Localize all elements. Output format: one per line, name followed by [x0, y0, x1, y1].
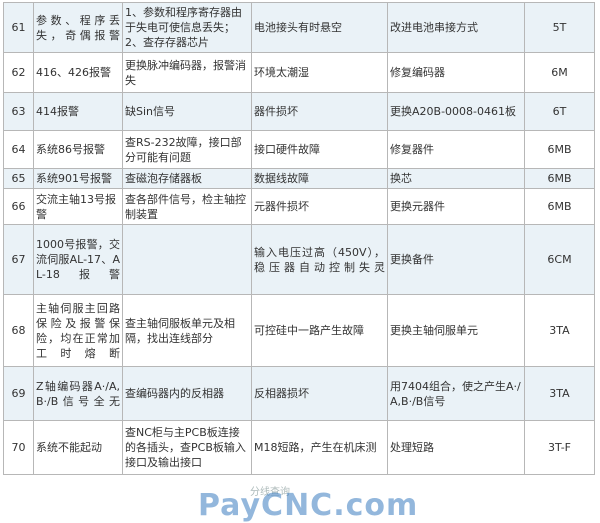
- check-cell: 更换脉冲编码器，报警消失: [122, 52, 252, 93]
- row-number: 70: [3, 420, 34, 475]
- row-number: 63: [3, 92, 34, 131]
- alarm-cell: 416、426报警: [33, 52, 123, 93]
- fix-cell: 更换A20B-0008-0461板: [387, 92, 525, 131]
- code-cell: 6MB: [524, 188, 595, 225]
- table-row: 65 系统901号报警 查磁泡存储器板 数据线故障 换芯 6MB: [3, 168, 595, 189]
- table-row: 67 1000号报警，交流伺服AL-17、AL-18报警 输入电压过高（450V…: [3, 224, 595, 295]
- fix-cell: 换芯: [387, 168, 525, 189]
- check-cell: 1、参数和程序寄存器由于失电可使信息丢失；2、查存存器芯片: [122, 2, 252, 53]
- table-row: 62 416、426报警 更换脉冲编码器，报警消失 环境太潮湿 修复编码器 6M: [3, 52, 595, 93]
- fix-cell: 改进电池串接方式: [387, 2, 525, 53]
- fault-table: 61 参数、程序丢失，奇偶报警 1、参数和程序寄存器由于失电可使信息丢失；2、查…: [3, 2, 595, 475]
- fix-cell: 处理短路: [387, 420, 525, 475]
- table-row: 64 系统86号报警 查RS-232故障，接口部分可能有问题 接口硬件故障 修复…: [3, 130, 595, 169]
- code-cell: 6T: [524, 92, 595, 131]
- code-cell: 6M: [524, 52, 595, 93]
- check-cell: 缺Sin信号: [122, 92, 252, 131]
- cause-cell: 反相器损坏: [251, 366, 388, 421]
- check-cell: 查编码器内的反相器: [122, 366, 252, 421]
- alarm-cell: 系统901号报警: [33, 168, 123, 189]
- cause-cell: 输入电压过高（450V），稳压器自动控制失灵: [251, 224, 388, 295]
- table-row: 69 Z轴编码器A·/A,B·/B信号全无 查编码器内的反相器 反相器损坏 用7…: [3, 366, 595, 421]
- row-number: 69: [3, 366, 34, 421]
- alarm-cell: Z轴编码器A·/A,B·/B信号全无: [33, 366, 123, 421]
- check-cell: 查各部件信号，检主轴控制装置: [122, 188, 252, 225]
- cause-cell: 数据线故障: [251, 168, 388, 189]
- cause-cell: 环境太潮湿: [251, 52, 388, 93]
- row-number: 68: [3, 294, 34, 367]
- table-row: 70 系统不能起动 查NC柜与主PCB板连接的各插头，查PCB板输入接口及输出接…: [3, 420, 595, 475]
- row-number: 61: [3, 2, 34, 53]
- table-row: 63 414报警 缺Sin信号 器件损坏 更换A20B-0008-0461板 6…: [3, 92, 595, 131]
- table-row: 66 交流主轴13号报警 查各部件信号，检主轴控制装置 元器件损坏 更换元器件 …: [3, 188, 595, 225]
- alarm-cell: 414报警: [33, 92, 123, 131]
- fix-cell: 更换备件: [387, 224, 525, 295]
- code-cell: 3TA: [524, 294, 595, 367]
- cause-cell: 元器件损坏: [251, 188, 388, 225]
- code-cell: 6MB: [524, 130, 595, 169]
- check-cell: 查NC柜与主PCB板连接的各插头，查PCB板输入接口及输出接口: [122, 420, 252, 475]
- fix-cell: 修复编码器: [387, 52, 525, 93]
- watermark-logo: PayCNC.com: [198, 488, 419, 523]
- fix-cell: 修复器件: [387, 130, 525, 169]
- alarm-cell: 参数、程序丢失，奇偶报警: [33, 2, 123, 53]
- row-number: 66: [3, 188, 34, 225]
- alarm-cell: 1000号报警，交流伺服AL-17、AL-18报警: [33, 224, 123, 295]
- fix-cell: 用7404组合，使之产生A·/A,B·/B信号: [387, 366, 525, 421]
- check-cell: 查磁泡存储器板: [122, 168, 252, 189]
- code-cell: 6MB: [524, 168, 595, 189]
- cause-cell: 可控硅中一路产生故障: [251, 294, 388, 367]
- code-cell: 3T-F: [524, 420, 595, 475]
- alarm-cell: 交流主轴13号报警: [33, 188, 123, 225]
- row-number: 67: [3, 224, 34, 295]
- check-cell: 查RS-232故障，接口部分可能有问题: [122, 130, 252, 169]
- alarm-cell: 主轴伺服主回路保险及报警保险，均在正常加工时熔断: [33, 294, 123, 367]
- table-row: 61 参数、程序丢失，奇偶报警 1、参数和程序寄存器由于失电可使信息丢失；2、查…: [3, 2, 595, 53]
- table-row: 68 主轴伺服主回路保险及报警保险，均在正常加工时熔断 查主轴伺服板单元及相隔，…: [3, 294, 595, 367]
- check-cell: 查主轴伺服板单元及相隔，找出连线部分: [122, 294, 252, 367]
- row-number: 65: [3, 168, 34, 189]
- code-cell: 6CM: [524, 224, 595, 295]
- check-cell: [122, 224, 252, 295]
- code-cell: 3TA: [524, 366, 595, 421]
- row-number: 62: [3, 52, 34, 93]
- alarm-cell: 系统不能起动: [33, 420, 123, 475]
- cause-cell: 电池接头有时悬空: [251, 2, 388, 53]
- row-number: 64: [3, 130, 34, 169]
- cause-cell: 器件损坏: [251, 92, 388, 131]
- cause-cell: M18短路，产生在机床测: [251, 420, 388, 475]
- cause-cell: 接口硬件故障: [251, 130, 388, 169]
- fix-cell: 更换元器件: [387, 188, 525, 225]
- code-cell: 5T: [524, 2, 595, 53]
- fix-cell: 更换主轴伺服单元: [387, 294, 525, 367]
- alarm-cell: 系统86号报警: [33, 130, 123, 169]
